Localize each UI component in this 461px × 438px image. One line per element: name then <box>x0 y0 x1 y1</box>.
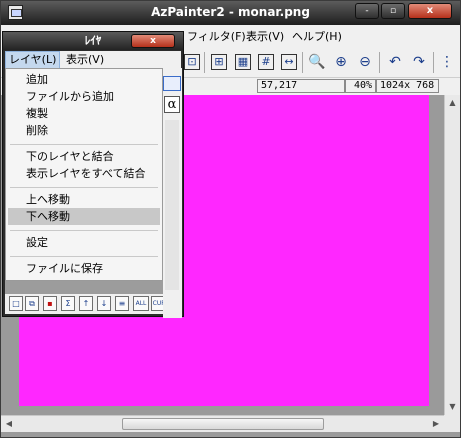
image-size: 1024x 768 <box>376 79 439 93</box>
menu-item-settings[interactable]: 設定 <box>8 234 160 251</box>
move-up-icon[interactable]: ↑ <box>79 296 93 311</box>
layer-window-close-button[interactable]: x <box>131 34 175 48</box>
scroll-right-arrow[interactable]: ▶ <box>428 416 444 432</box>
new-layer-icon[interactable]: □ <box>9 296 23 311</box>
menu-item-merge-visible[interactable]: 表示レイヤをすべて結合 <box>8 165 160 182</box>
toolbar-separator <box>379 52 380 73</box>
move-down-icon[interactable]: ↓ <box>97 296 111 311</box>
menu-item-merge-down[interactable]: 下のレイヤと結合 <box>8 148 160 165</box>
partial-toolbar-icon[interactable]: ⊡ <box>184 54 200 70</box>
scroll-down-arrow[interactable]: ▼ <box>445 399 460 415</box>
menu-item-delete[interactable]: 削除 <box>8 122 160 139</box>
zoom-icon[interactable]: 🔍 <box>307 52 327 72</box>
menu-item-add-from-file[interactable]: ファイルから追加 <box>8 88 160 105</box>
delete-layer-icon[interactable]: ▪ <box>43 296 57 311</box>
alpha-lock-icon[interactable]: α <box>164 96 180 113</box>
layer-toolbar: □ ⧉ ▪ Σ ↑ ↓ ≡ ALL CUR <box>5 294 181 314</box>
menu-item-duplicate[interactable]: 複製 <box>8 105 160 122</box>
horizontal-scroll-thumb[interactable] <box>122 418 324 430</box>
fit-width-icon[interactable]: ↔ <box>281 54 297 70</box>
zoom-in-icon[interactable]: ⊕ <box>331 52 351 72</box>
menu-separator <box>10 256 158 257</box>
vertical-scrollbar[interactable]: ▲ ▼ <box>444 95 460 415</box>
menu-filter[interactable]: フィルタ(F) <box>187 28 246 44</box>
horizontal-scrollbar[interactable]: ◀ ▶ <box>1 415 444 432</box>
close-button[interactable]: x <box>408 3 452 19</box>
toolbar-separator <box>433 52 434 73</box>
copy-layer-icon[interactable]: ⧉ <box>25 296 39 311</box>
layer-list-scrollbar[interactable] <box>165 120 179 290</box>
merge-layer-icon[interactable]: Σ <box>61 296 75 311</box>
layer-window-menubar: レイヤ(L) 表示(V) <box>5 51 181 69</box>
scroll-left-arrow[interactable]: ◀ <box>1 416 17 432</box>
properties-icon[interactable]: ≡ <box>115 296 129 311</box>
size-grip[interactable] <box>444 415 460 432</box>
layer-menu-dropdown: 追加 ファイルから追加 複製 削除 下のレイヤと結合 表示レイヤをすべて結合 上… <box>5 68 163 281</box>
toolbar-separator <box>204 52 205 73</box>
scroll-up-arrow[interactable]: ▲ <box>445 95 460 111</box>
grid-icon[interactable]: # <box>258 54 274 70</box>
options-icon[interactable]: ⋮ <box>437 52 457 72</box>
redo-icon[interactable]: ↷ <box>409 52 429 72</box>
menu-layer-view[interactable]: 表示(V) <box>63 51 107 69</box>
menu-separator <box>10 144 158 145</box>
title-bar: AzPainter2 - monar.png - ▫ x <box>1 1 460 25</box>
menu-separator <box>10 230 158 231</box>
dither-icon[interactable]: ▦ <box>235 54 251 70</box>
menu-help[interactable]: ヘルプ(H) <box>292 28 342 44</box>
layer-list-side: α <box>163 68 182 318</box>
cursor-coords: 57,217 <box>257 79 345 93</box>
menu-item-move-up[interactable]: 上へ移動 <box>8 191 160 208</box>
zoom-out-icon[interactable]: ⊖ <box>355 52 375 72</box>
menu-item-move-down[interactable]: 下へ移動 <box>8 208 160 225</box>
maximize-button[interactable]: ▫ <box>381 3 405 19</box>
menu-separator <box>10 187 158 188</box>
zoom-level: 40% <box>345 79 376 93</box>
menu-layer[interactable]: レイヤ(L) <box>5 51 61 69</box>
minimize-button[interactable]: - <box>355 3 379 19</box>
menu-item-add[interactable]: 追加 <box>8 71 160 88</box>
menu-view[interactable]: 表示(V) <box>246 28 284 44</box>
menu-item-save-to-file[interactable]: ファイルに保存 <box>8 260 160 277</box>
toolbar-separator <box>302 52 303 73</box>
grid-add-icon[interactable]: ⊞ <box>211 54 227 70</box>
all-label-icon[interactable]: ALL <box>133 296 149 311</box>
layer-thumbnail[interactable] <box>163 76 181 91</box>
undo-icon[interactable]: ↶ <box>385 52 405 72</box>
